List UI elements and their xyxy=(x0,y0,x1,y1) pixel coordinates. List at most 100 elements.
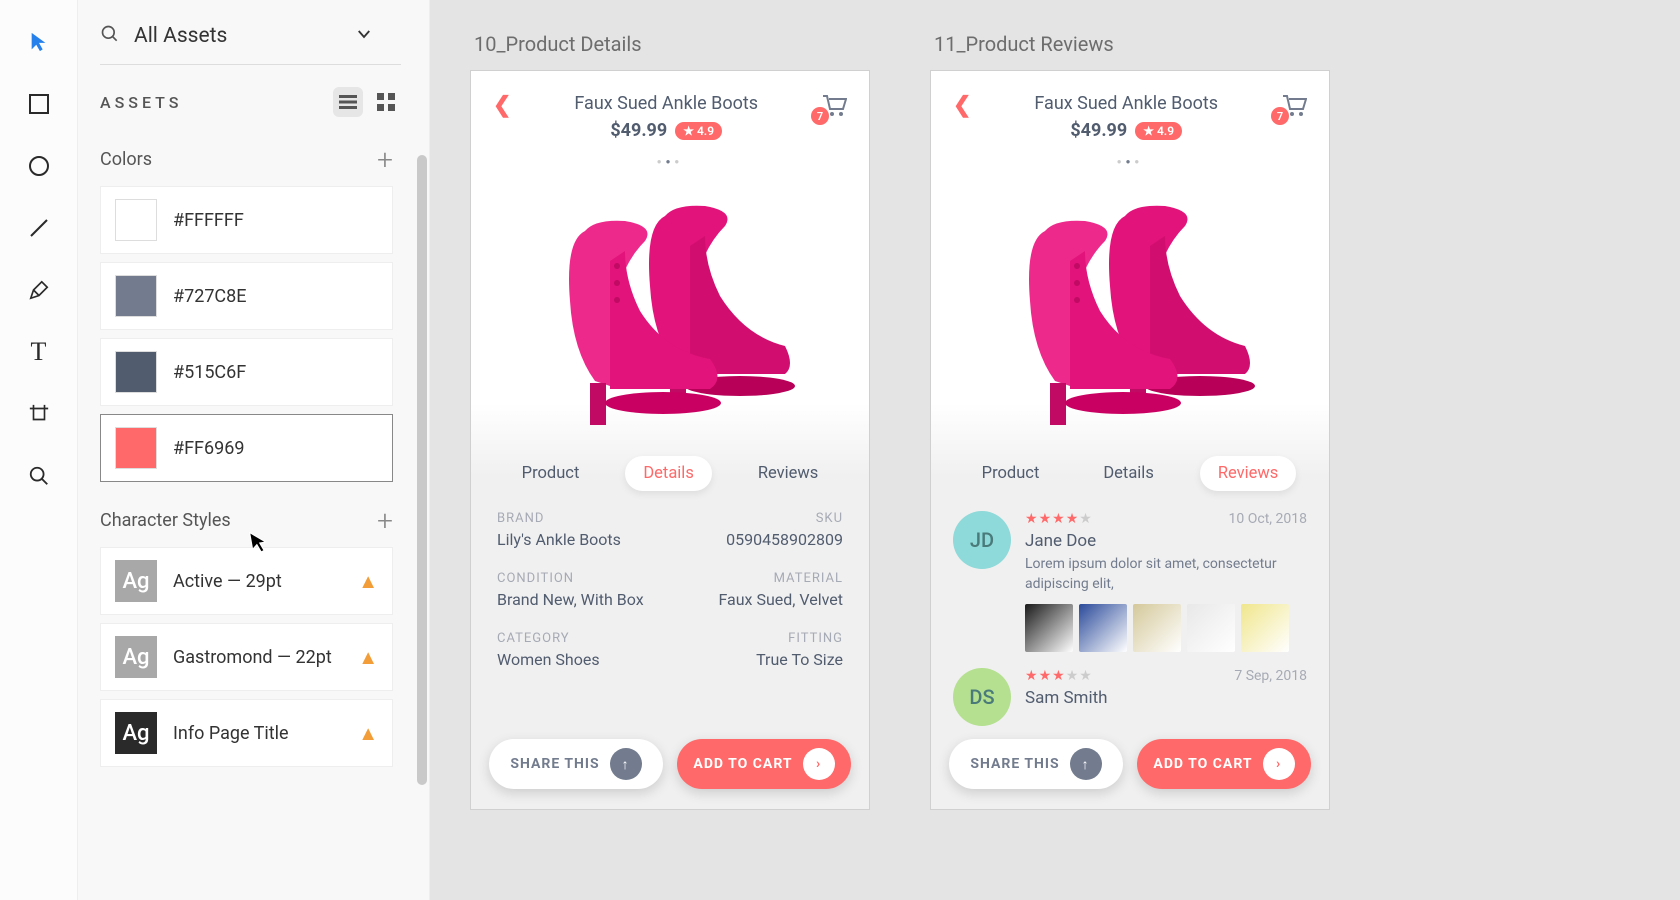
share-button[interactable]: SHARE THIS↑ xyxy=(949,739,1123,789)
product-title: Faux Sued Ankle Boots xyxy=(971,93,1281,114)
add-color-button[interactable]: + xyxy=(377,143,393,176)
star-rating: ★★★★★ xyxy=(1025,668,1093,684)
rating-badge: ★ 4.9 xyxy=(1135,122,1182,140)
tab-details[interactable]: Details xyxy=(1085,456,1172,491)
cart-button[interactable]: 7 xyxy=(821,93,847,121)
artboard-tool[interactable] xyxy=(25,400,53,428)
review-thumb[interactable] xyxy=(1187,604,1235,652)
add-to-cart-button[interactable]: ADD TO CART› xyxy=(1137,739,1311,789)
tab-reviews[interactable]: Reviews xyxy=(740,456,836,491)
cart-count-badge: 7 xyxy=(1271,107,1289,125)
product-hero-image xyxy=(1000,186,1260,426)
arrow-up-icon: ↑ xyxy=(610,748,642,780)
search-label: All Assets xyxy=(134,24,227,48)
review-text: Lorem ipsum dolor sit amet, consectetur … xyxy=(1025,555,1307,594)
review-thumb[interactable] xyxy=(1133,604,1181,652)
color-swatch-row[interactable]: #FF6969 xyxy=(100,414,393,482)
page-indicator: ●●● xyxy=(471,157,869,166)
color-swatch-row[interactable]: #727C8E xyxy=(100,262,393,330)
artboard[interactable]: ❮ Faux Sued Ankle Boots $49.99 ★ 4.9 7 ●… xyxy=(470,70,870,810)
reviewer-name: Sam Smith xyxy=(1025,688,1307,708)
text-tool[interactable]: T xyxy=(25,338,53,366)
artboard-name[interactable]: 10_Product Details xyxy=(470,32,870,56)
detail-value: 0590458902809 xyxy=(678,530,843,549)
assets-panel: All Assets ASSETS Colors + #FFFFFF#727C8… xyxy=(78,0,430,900)
review-date: 10 Oct, 2018 xyxy=(1229,511,1307,527)
detail-label: SKU xyxy=(678,511,843,526)
character-style-row[interactable]: AgGastromond — 22pt▲ xyxy=(100,623,393,691)
color-swatch xyxy=(115,199,157,241)
style-label: Info Page Title xyxy=(173,723,289,744)
rectangle-tool[interactable] xyxy=(25,90,53,118)
back-button[interactable]: ❮ xyxy=(493,93,511,118)
left-toolbar: T xyxy=(0,0,78,900)
detail-value: Lily's Ankle Boots xyxy=(497,530,662,549)
assets-search[interactable]: All Assets xyxy=(100,18,401,65)
pen-tool[interactable] xyxy=(25,276,53,304)
character-style-row[interactable]: AgActive — 29pt▲ xyxy=(100,547,393,615)
detail-cell: MATERIALFaux Sued, Velvet xyxy=(678,571,843,609)
product-title: Faux Sued Ankle Boots xyxy=(511,93,821,114)
detail-value: Women Shoes xyxy=(497,650,662,669)
cart-count-badge: 7 xyxy=(811,107,829,125)
arrow-up-icon: ↑ xyxy=(1070,748,1102,780)
colors-section-header: Colors + xyxy=(100,135,421,186)
detail-cell: SKU 0590458902809 xyxy=(678,511,843,549)
reviewer-name: Jane Doe xyxy=(1025,531,1307,551)
share-button[interactable]: SHARE THIS ↑ xyxy=(489,739,663,789)
color-swatch-row[interactable]: #FFFFFF xyxy=(100,186,393,254)
detail-cell: FITTINGTrue To Size xyxy=(678,631,843,669)
style-label: Active — 29pt xyxy=(173,571,282,592)
back-button[interactable]: ❮ xyxy=(953,93,971,118)
artboard-wrap: 11_Product Reviews ❮ Faux Sued Ankle Boo… xyxy=(930,32,1330,868)
product-details-grid: BRANDLily's Ankle BootsSKU0590458902809C… xyxy=(471,511,869,669)
select-tool[interactable] xyxy=(25,28,53,56)
detail-label: CONDITION xyxy=(497,571,662,586)
design-canvas[interactable]: 10_Product Details ❮ Faux Sued Ankle Boo… xyxy=(430,0,1680,900)
product-tabs: Product Details Reviews xyxy=(931,446,1329,511)
chevron-down-icon[interactable] xyxy=(355,25,373,47)
review-date: 7 Sep, 2018 xyxy=(1234,668,1307,684)
add-to-cart-button[interactable]: ADD TO CART› xyxy=(677,739,851,789)
cart-button[interactable]: 7 xyxy=(1281,93,1307,121)
tab-product[interactable]: Product xyxy=(504,456,598,491)
ellipse-tool[interactable] xyxy=(25,152,53,180)
detail-value: Faux Sued, Velvet xyxy=(678,590,843,609)
tab-details[interactable]: Details xyxy=(625,456,712,491)
warning-icon: ▲ xyxy=(358,645,378,670)
color-swatch xyxy=(115,427,157,469)
color-swatch-row[interactable]: #515C6F xyxy=(100,338,393,406)
color-swatch xyxy=(115,351,157,393)
detail-label: CATEGORY xyxy=(497,631,662,646)
zoom-tool[interactable] xyxy=(25,462,53,490)
style-preview-icon: Ag xyxy=(115,636,157,678)
line-tool[interactable] xyxy=(25,214,53,242)
detail-cell: CONDITION Brand New, With Box xyxy=(497,571,662,609)
detail-cell: CATEGORY Women Shoes xyxy=(497,631,662,669)
tab-reviews[interactable]: Reviews xyxy=(1200,456,1296,491)
review-thumb[interactable] xyxy=(1025,604,1073,652)
search-icon xyxy=(100,24,120,48)
review-thumb[interactable] xyxy=(1241,604,1289,652)
tab-product[interactable]: Product xyxy=(964,456,1058,491)
review-item: JD ★★★★★10 Oct, 2018 Jane Doe Lorem ipsu… xyxy=(953,511,1307,652)
artboard[interactable]: ❮ Faux Sued Ankle Boots $49.99 ★ 4.9 7 ●… xyxy=(930,70,1330,810)
review-thumb[interactable] xyxy=(1079,604,1127,652)
product-price: $49.99 xyxy=(1070,120,1127,141)
artboard-name[interactable]: 11_Product Reviews xyxy=(930,32,1330,56)
add-style-button[interactable]: + xyxy=(377,504,393,537)
character-style-row[interactable]: AgInfo Page Title▲ xyxy=(100,699,393,767)
color-label: #727C8E xyxy=(173,286,247,307)
share-label: SHARE THIS xyxy=(510,756,599,772)
product-hero-image xyxy=(540,186,800,426)
style-preview-icon: Ag xyxy=(115,712,157,754)
list-view-button[interactable] xyxy=(333,87,363,117)
product-tabs: Product Details Reviews xyxy=(471,446,869,511)
detail-value: Brand New, With Box xyxy=(497,590,662,609)
styles-section-title: Character Styles xyxy=(100,510,231,531)
detail-label: FITTING xyxy=(678,631,843,646)
grid-view-button[interactable] xyxy=(371,87,401,117)
styles-section-header: Character Styles + xyxy=(100,496,421,547)
review-thumbnails xyxy=(1025,604,1307,652)
rating-badge: ★ 4.9 xyxy=(675,122,722,140)
